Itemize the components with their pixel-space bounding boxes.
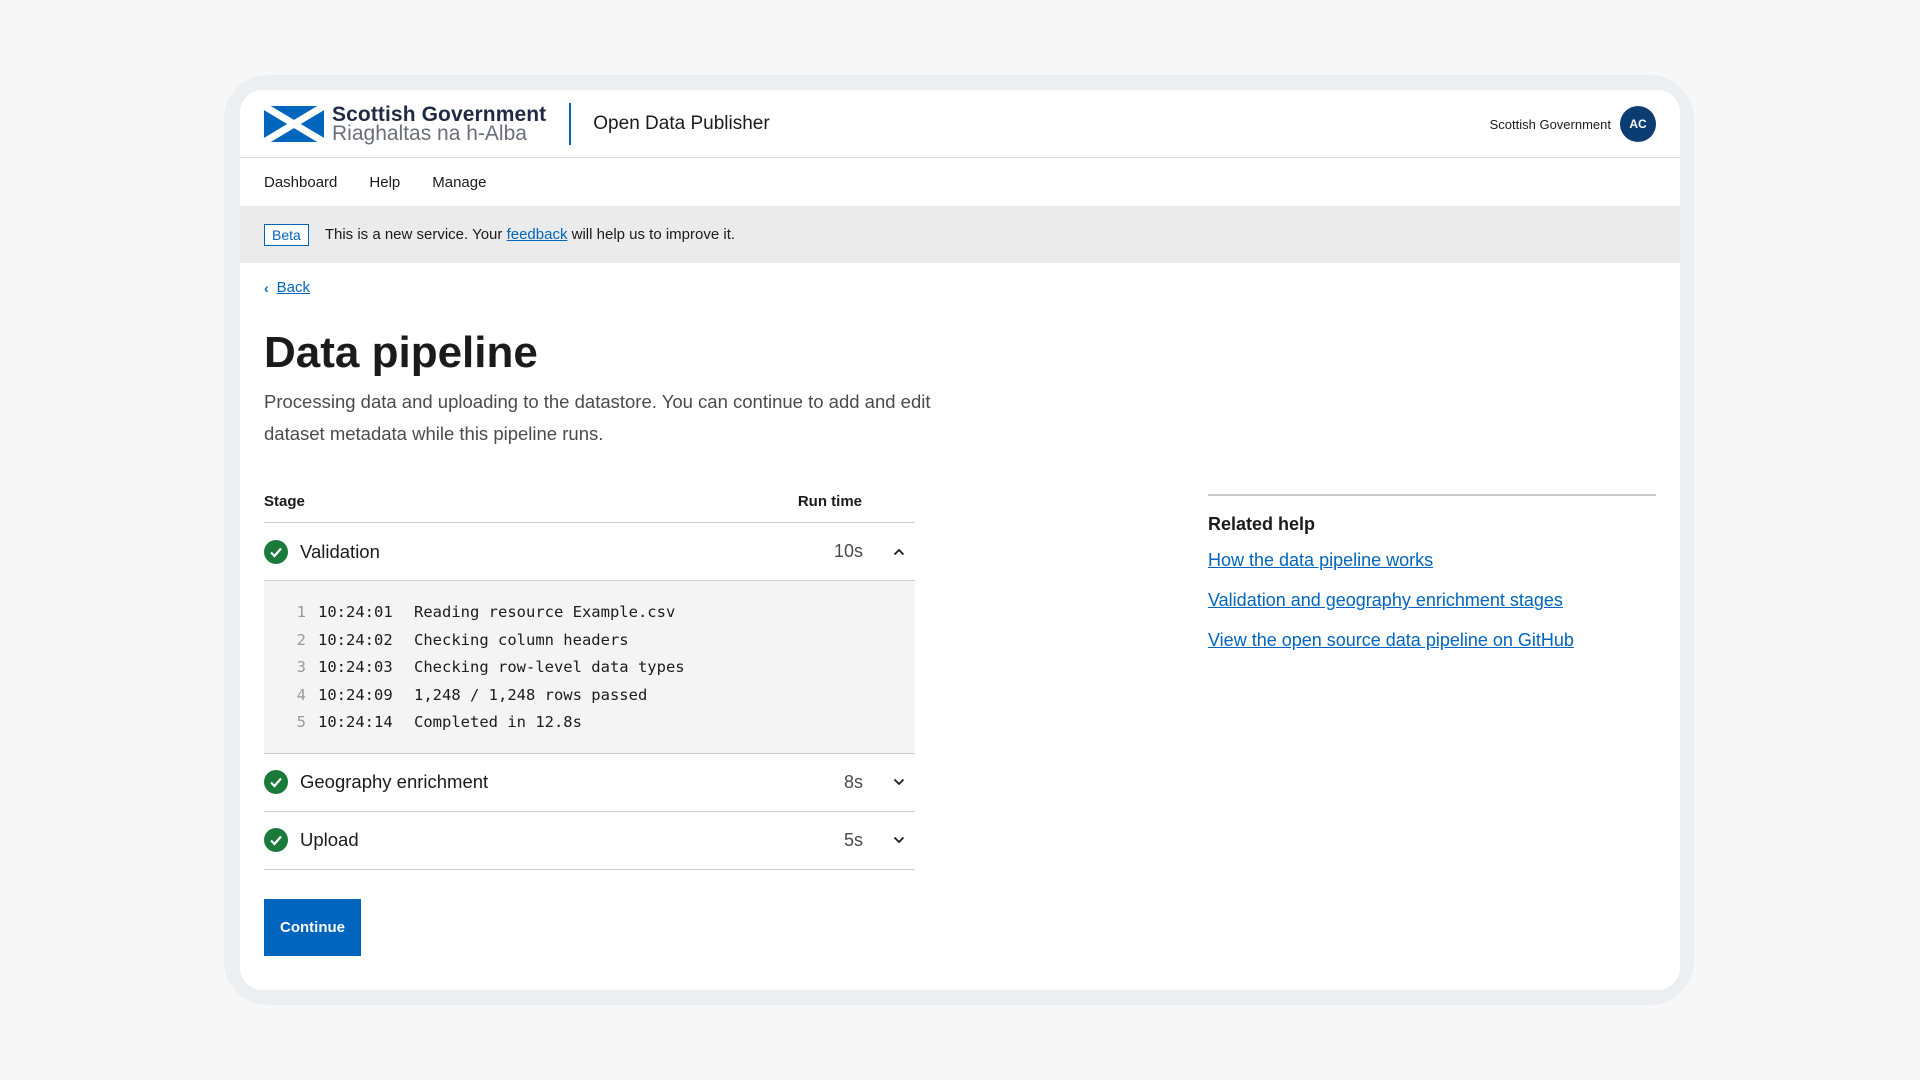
brand-name-gaelic: Riaghaltas na h-Alba [332,121,527,145]
stage-name: Upload [300,829,359,850]
brand-logo[interactable]: Scottish Government Riaghaltas na h-Alba [264,102,547,145]
log-line-number: 4 [296,685,306,704]
log-line: 1 10:24:01 Reading resource Example.csv [264,599,915,627]
site-navigation: Dashboard Help Manage [240,158,1680,206]
log-message: Completed in 12.8s [414,713,582,731]
stage-name: Geography enrichment [300,771,489,792]
log-line-number: 1 [296,603,306,621]
log-line-number: 2 [296,630,306,649]
log-message: 1,248 / 1,248 rows passed [414,685,648,704]
log-timestamp: 10:24:14 [318,713,393,731]
log-line-number: 5 [296,713,306,731]
brand-name-english: Scottish Government [332,102,547,126]
beta-tag: Beta [264,223,309,246]
log-line-number: 3 [296,658,306,676]
check-circle-icon [264,539,288,564]
stage-run-time: 10s [833,541,863,561]
feedback-link[interactable]: feedback [507,226,568,243]
account-area: Scottish Government AC [1490,106,1656,142]
log-line: 2 10:24:02 Checking column headers [264,627,915,655]
runtime-column-header: Run time [797,492,862,510]
phase-text-before: This is a new service. Your [324,226,507,243]
phase-banner: Beta This is a new service. Your feedbac… [240,206,1680,263]
user-avatar[interactable]: AC [1620,106,1656,142]
log-line: 3 10:24:03 Checking row-level data types [264,654,915,682]
stage-row-geography-enrichment[interactable]: Geography enrichment 8s [264,754,915,812]
back-link-label: Back [276,279,311,296]
back-link[interactable]: ‹ Back [264,279,310,296]
page-title: Data pipeline [264,328,538,377]
browser-window: Scottish Government Riaghaltas na h-Alba… [240,90,1680,990]
continue-button[interactable]: Continue [264,899,361,956]
service-name[interactable]: Open Data Publisher [593,113,769,135]
brand-divider [569,102,572,145]
log-line: 4 10:24:09 1,248 / 1,248 rows passed [264,682,915,710]
chevron-up-icon[interactable] [891,544,907,560]
log-message: Checking row-level data types [414,658,685,676]
stage-row-validation[interactable]: Validation 10s [264,523,915,581]
chevron-down-icon[interactable] [891,774,907,790]
site-header: Scottish Government Riaghaltas na h-Alba… [240,90,1680,158]
pipeline-header: Stage Run time [264,480,915,523]
log-message: Reading resource Example.csv [414,603,676,621]
validation-log: 1 10:24:01 Reading resource Example.csv … [264,581,915,754]
log-timestamp: 10:24:03 [318,658,393,676]
phase-banner-text: This is a new service. Your feedback wil… [325,226,735,243]
related-link-github[interactable]: View the open source data pipeline on Gi… [1208,627,1656,653]
organisation-name: Scottish Government [1489,116,1611,132]
saltire-flag-icon [264,105,324,142]
chevron-left-icon: ‹ [264,279,269,296]
stage-name: Validation [300,540,380,562]
log-timestamp: 10:24:01 [318,603,393,621]
pipeline-table: Stage Run time Validation 10s 1 10:24:01… [264,480,915,870]
log-line: 5 10:24:14 Completed in 12.8s [264,709,915,737]
related-help-title: Related help [1208,514,1316,534]
log-timestamp: 10:24:09 [318,685,393,704]
check-circle-icon [264,828,288,852]
chevron-down-icon[interactable] [891,832,907,848]
stage-row-upload[interactable]: Upload 5s [264,812,915,870]
nav-item-help[interactable]: Help [369,174,400,191]
related-link-validation-stages[interactable]: Validation and geography enrichment stag… [1208,587,1656,613]
stage-column-header: Stage [264,492,305,510]
related-help: Related help How the data pipeline works… [1208,494,1656,667]
nav-item-manage[interactable]: Manage [432,174,486,191]
check-circle-icon [264,770,288,794]
stage-run-time: 8s [843,771,863,792]
nav-item-dashboard[interactable]: Dashboard [264,174,337,191]
related-link-pipeline-works[interactable]: How the data pipeline works [1208,547,1656,573]
log-message: Checking column headers [414,630,629,649]
page-lead: Processing data and uploading to the dat… [264,391,931,444]
phase-text-after: will help us to improve it. [567,226,736,243]
log-timestamp: 10:24:02 [318,630,393,649]
stage-run-time: 5s [843,829,863,850]
